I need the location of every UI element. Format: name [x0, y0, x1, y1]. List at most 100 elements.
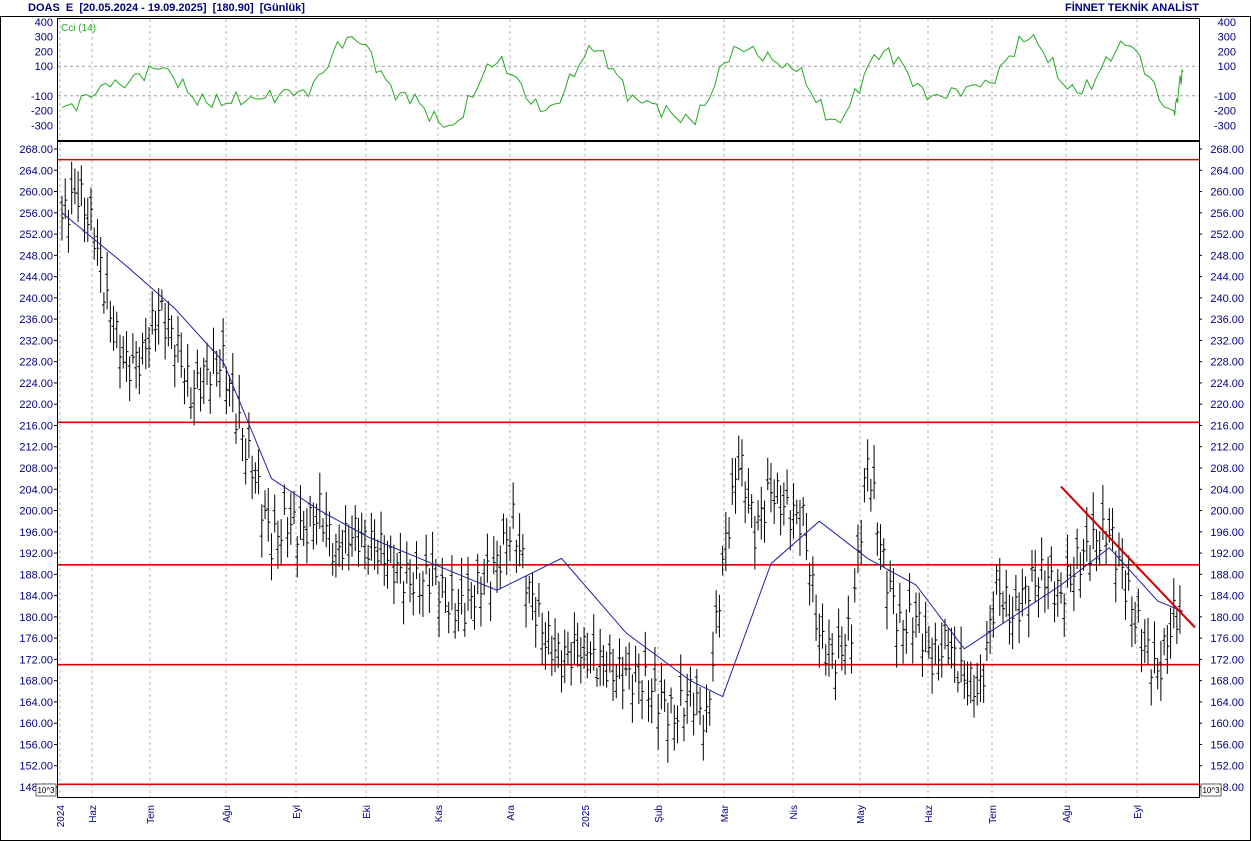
- ohlc-bar: [337, 524, 342, 567]
- ohlc-bar: [891, 568, 896, 615]
- ohlc-bar: [105, 252, 110, 310]
- ohlc-bar: [159, 289, 164, 311]
- ohlc-bar: [398, 532, 403, 584]
- ohlc-bar: [372, 519, 377, 570]
- ohlc-bar: [1036, 577, 1041, 618]
- ohlc-bar: [807, 562, 812, 606]
- ohlc-bar: [781, 482, 786, 526]
- ohlc-bar: [691, 692, 696, 736]
- ohlc-bar: [611, 648, 616, 702]
- ohlc-bar: [308, 495, 313, 527]
- ohlc-bar: [826, 619, 831, 677]
- ohlc-bar: [288, 492, 293, 545]
- price-tick-left: 248.00: [19, 250, 53, 262]
- price-tick-right: 168.00: [1210, 676, 1244, 688]
- ohlc-bar: [643, 631, 648, 677]
- price-tick-right: 204.00: [1210, 484, 1244, 496]
- ohlc-bar: [124, 331, 129, 382]
- ohlc-bar: [681, 707, 686, 742]
- ohlc-bar: [359, 512, 364, 548]
- time-tick-label: Haz: [88, 805, 99, 823]
- ohlc-bar: [617, 638, 622, 680]
- ohlc-bar: [913, 592, 918, 638]
- cci-tick-left: 100: [35, 61, 53, 73]
- price-tick-right: 244.00: [1210, 272, 1244, 284]
- ohlc-bar: [955, 671, 960, 693]
- ohlc-bar: [933, 622, 938, 665]
- ohlc-bar: [1029, 549, 1034, 582]
- ohlc-bar: [433, 559, 438, 586]
- price-tick-right: 152.00: [1210, 761, 1244, 773]
- cci-tick-left: -100: [31, 91, 53, 103]
- ohlc-bar: [775, 472, 780, 504]
- ohlc-bar: [804, 512, 809, 561]
- ohlc-bar: [92, 227, 97, 260]
- ohlc-bar: [408, 559, 413, 603]
- price-tick-right: 268.00: [1210, 144, 1244, 156]
- ohlc-bar: [169, 315, 174, 349]
- price-tick-right: 208.00: [1210, 463, 1244, 475]
- ohlc-bar: [1113, 550, 1118, 603]
- ohlc-bar: [768, 462, 773, 513]
- ohlc-bar: [917, 592, 922, 634]
- ohlc-bar: [179, 332, 184, 378]
- ohlc-bar: [259, 504, 264, 558]
- ohlc-bar: [897, 582, 902, 623]
- chart-window: DOAS E [20.05.2024 - 19.09.2025] [180.90…: [0, 0, 1251, 841]
- price-tick-left: 220.00: [19, 399, 53, 411]
- ohlc-bar: [630, 674, 635, 723]
- ohlc-bar: [1017, 592, 1022, 644]
- ohlc-bar: [1149, 669, 1154, 706]
- ohlc-bar: [817, 613, 822, 668]
- time-tick-label: Ağu: [222, 805, 233, 823]
- ohlc-bar: [1075, 528, 1080, 570]
- ohlc-bar: [540, 612, 545, 665]
- ohlc-bar: [443, 577, 448, 613]
- cci-tick-right: 100: [1218, 61, 1236, 73]
- ohlc-bar: [411, 572, 416, 616]
- price-tick-left: 208.00: [19, 463, 53, 475]
- price-tick-right: 232.00: [1210, 335, 1244, 347]
- cci-tick-right: 200: [1218, 46, 1236, 58]
- ohlc-bar: [130, 333, 135, 364]
- ohlc-bar: [1023, 576, 1028, 605]
- ohlc-bar: [427, 568, 432, 613]
- chart-canvas[interactable]: 2024 Haz Tem Ağu Eyl Eki Kas Ara 2025 Şub Mar Nis Ma…: [0, 0, 1251, 841]
- price-tick-left: 252.00: [19, 229, 53, 241]
- ohlc-bar: [327, 511, 332, 557]
- price-tick-left: 204.00: [19, 484, 53, 496]
- ohlc-bar: [304, 508, 309, 564]
- time-tick-label: Ağu: [1062, 805, 1073, 823]
- price-tick-right: 224.00: [1210, 378, 1244, 390]
- ohlc-bar: [1168, 607, 1173, 659]
- ohlc-bar: [546, 610, 551, 655]
- price-tick-left: 168.00: [19, 676, 53, 688]
- ohlc-bar: [453, 603, 458, 639]
- time-tick-label: May: [856, 805, 867, 824]
- price-tick-right: 228.00: [1210, 357, 1244, 369]
- ohlc-bar: [63, 178, 68, 219]
- ohlc-bar: [292, 490, 297, 525]
- ohlc-bar: [968, 661, 973, 704]
- ohlc-bar: [82, 197, 87, 243]
- ohlc-bar: [1013, 574, 1018, 612]
- ohlc-bar: [182, 368, 187, 405]
- ohlc-bar: [1174, 608, 1179, 644]
- time-tick-label: Ara: [506, 805, 517, 821]
- cci-tick-left: -300: [31, 120, 53, 132]
- ohlc-bar: [1165, 625, 1170, 674]
- time-tick-label: 2025: [581, 805, 592, 828]
- ohlc-bar: [285, 517, 290, 558]
- ohlc-bar: [298, 485, 303, 540]
- time-tick-label: 2024: [56, 805, 67, 828]
- downtrend-line: [1060, 485, 1196, 629]
- ohlc-bar: [424, 534, 429, 575]
- ohlc-bar: [524, 575, 529, 628]
- ohlc-bar: [404, 541, 409, 584]
- cci-tick-left: -200: [31, 106, 53, 118]
- ohlc-bar: [137, 347, 142, 395]
- ohlc-bar: [311, 502, 316, 550]
- ohlc-bar: [701, 714, 706, 761]
- price-tick-left: 200.00: [19, 506, 53, 518]
- ohlc-bar: [640, 680, 645, 720]
